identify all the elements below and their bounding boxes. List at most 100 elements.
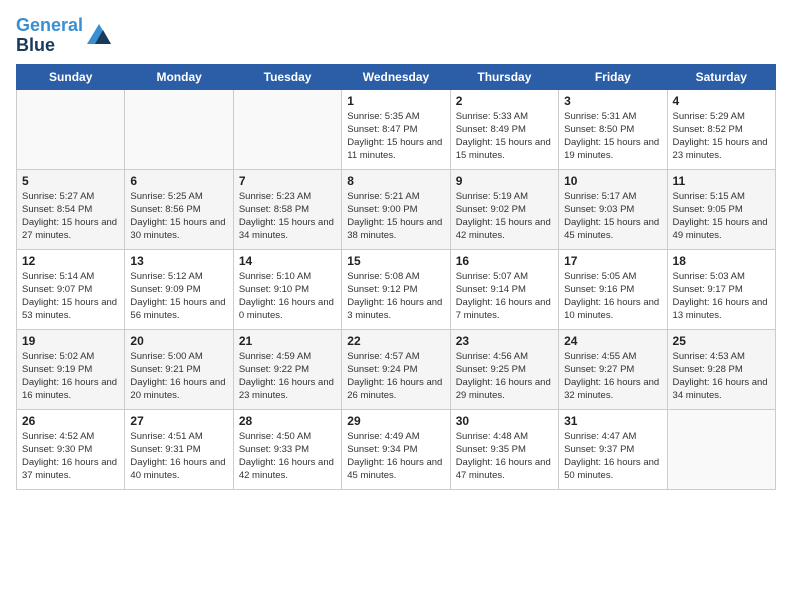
day-info: Sunrise: 4:55 AM Sunset: 9:27 PM Dayligh… [564,350,661,403]
day-number: 28 [239,414,336,428]
day-number: 12 [22,254,119,268]
calendar-cell: 29 Sunrise: 4:49 AM Sunset: 9:34 PM Dayli… [342,409,450,489]
day-info: Sunrise: 4:59 AM Sunset: 9:22 PM Dayligh… [239,350,336,403]
calendar-cell: 4Sunrise: 5:29 AM Sunset: 8:52 PM Daylig… [667,89,775,169]
weekday-header: Wednesday [342,64,450,89]
weekday-header: Sunday [17,64,125,89]
calendar-cell: 11 Sunrise: 5:15 AM Sunset: 9:05 PM Dayli… [667,169,775,249]
calendar-cell: 17Sunrise: 5:05 AM Sunset: 9:16 PM Dayli… [559,249,667,329]
day-number: 11 [673,174,770,188]
calendar-cell: 31 Sunrise: 4:47 AM Sunset: 9:37 PM Dayli… [559,409,667,489]
day-info: Sunrise: 5:14 AM Sunset: 9:07 PM Dayligh… [22,270,119,323]
calendar-cell: 8 Sunrise: 5:21 AM Sunset: 9:00 PM Daylig… [342,169,450,249]
day-info: Sunrise: 5:25 AM Sunset: 8:56 PM Dayligh… [130,190,227,243]
weekday-header: Tuesday [233,64,341,89]
day-number: 13 [130,254,227,268]
page-header: GeneralBlue [16,16,776,56]
day-info: Sunrise: 5:07 AM Sunset: 9:14 PM Dayligh… [456,270,553,323]
day-info: Sunrise: 5:12 AM Sunset: 9:09 PM Dayligh… [130,270,227,323]
day-number: 27 [130,414,227,428]
calendar-cell: 21 Sunrise: 4:59 AM Sunset: 9:22 PM Dayli… [233,329,341,409]
logo-text: GeneralBlue [16,16,83,56]
day-number: 10 [564,174,661,188]
day-info: Sunrise: 5:31 AM Sunset: 8:50 PM Dayligh… [564,110,661,163]
day-number: 29 [347,414,444,428]
calendar-cell [17,89,125,169]
calendar-header: SundayMondayTuesdayWednesdayThursdayFrid… [17,64,776,89]
day-number: 3 [564,94,661,108]
day-number: 15 [347,254,444,268]
calendar-cell: 16 Sunrise: 5:07 AM Sunset: 9:14 PM Dayli… [450,249,558,329]
calendar-cell: 26Sunrise: 4:52 AM Sunset: 9:30 PM Dayli… [17,409,125,489]
calendar-cell: 25 Sunrise: 4:53 AM Sunset: 9:28 PM Dayli… [667,329,775,409]
calendar-cell: 6 Sunrise: 5:25 AM Sunset: 8:56 PM Daylig… [125,169,233,249]
weekday-header: Thursday [450,64,558,89]
day-number: 31 [564,414,661,428]
day-number: 21 [239,334,336,348]
calendar-week-row: 1Sunrise: 5:35 AM Sunset: 8:47 PM Daylig… [17,89,776,169]
day-number: 25 [673,334,770,348]
calendar-cell: 20 Sunrise: 5:00 AM Sunset: 9:21 PM Dayli… [125,329,233,409]
calendar-cell [233,89,341,169]
calendar-cell [125,89,233,169]
day-info: Sunrise: 5:33 AM Sunset: 8:49 PM Dayligh… [456,110,553,163]
calendar-cell: 30Sunrise: 4:48 AM Sunset: 9:35 PM Dayli… [450,409,558,489]
day-info: Sunrise: 4:47 AM Sunset: 9:37 PM Dayligh… [564,430,661,483]
calendar-cell: 23Sunrise: 4:56 AM Sunset: 9:25 PM Dayli… [450,329,558,409]
weekday-header: Saturday [667,64,775,89]
day-number: 2 [456,94,553,108]
day-number: 5 [22,174,119,188]
calendar-table: SundayMondayTuesdayWednesdayThursdayFrid… [16,64,776,490]
day-number: 6 [130,174,227,188]
calendar-cell: 12 Sunrise: 5:14 AM Sunset: 9:07 PM Dayli… [17,249,125,329]
day-info: Sunrise: 5:19 AM Sunset: 9:02 PM Dayligh… [456,190,553,243]
day-info: Sunrise: 5:17 AM Sunset: 9:03 PM Dayligh… [564,190,661,243]
day-info: Sunrise: 5:05 AM Sunset: 9:16 PM Dayligh… [564,270,661,323]
day-info: Sunrise: 4:50 AM Sunset: 9:33 PM Dayligh… [239,430,336,483]
day-number: 9 [456,174,553,188]
day-number: 16 [456,254,553,268]
logo-icon [85,22,113,50]
calendar-week-row: 12 Sunrise: 5:14 AM Sunset: 9:07 PM Dayli… [17,249,776,329]
day-info: Sunrise: 5:10 AM Sunset: 9:10 PM Dayligh… [239,270,336,323]
day-number: 24 [564,334,661,348]
day-info: Sunrise: 4:56 AM Sunset: 9:25 PM Dayligh… [456,350,553,403]
calendar-cell [667,409,775,489]
calendar-cell: 19Sunrise: 5:02 AM Sunset: 9:19 PM Dayli… [17,329,125,409]
day-info: Sunrise: 4:49 AM Sunset: 9:34 PM Dayligh… [347,430,444,483]
day-info: Sunrise: 5:03 AM Sunset: 9:17 PM Dayligh… [673,270,770,323]
day-number: 20 [130,334,227,348]
day-number: 4 [673,94,770,108]
day-number: 30 [456,414,553,428]
day-number: 14 [239,254,336,268]
day-number: 7 [239,174,336,188]
weekday-header: Friday [559,64,667,89]
day-info: Sunrise: 5:27 AM Sunset: 8:54 PM Dayligh… [22,190,119,243]
calendar-cell: 22Sunrise: 4:57 AM Sunset: 9:24 PM Dayli… [342,329,450,409]
calendar-cell: 10 Sunrise: 5:17 AM Sunset: 9:03 PM Dayli… [559,169,667,249]
calendar-cell: 14 Sunrise: 5:10 AM Sunset: 9:10 PM Dayli… [233,249,341,329]
calendar-cell: 18 Sunrise: 5:03 AM Sunset: 9:17 PM Dayli… [667,249,775,329]
day-info: Sunrise: 4:53 AM Sunset: 9:28 PM Dayligh… [673,350,770,403]
calendar-cell: 1Sunrise: 5:35 AM Sunset: 8:47 PM Daylig… [342,89,450,169]
day-info: Sunrise: 5:23 AM Sunset: 8:58 PM Dayligh… [239,190,336,243]
calendar-cell: 15 Sunrise: 5:08 AM Sunset: 9:12 PM Dayli… [342,249,450,329]
calendar-cell: 24 Sunrise: 4:55 AM Sunset: 9:27 PM Dayli… [559,329,667,409]
calendar-week-row: 26Sunrise: 4:52 AM Sunset: 9:30 PM Dayli… [17,409,776,489]
calendar-week-row: 5 Sunrise: 5:27 AM Sunset: 8:54 PM Daylig… [17,169,776,249]
day-number: 18 [673,254,770,268]
weekday-header: Monday [125,64,233,89]
day-number: 8 [347,174,444,188]
logo: GeneralBlue [16,16,113,56]
day-number: 26 [22,414,119,428]
day-info: Sunrise: 4:51 AM Sunset: 9:31 PM Dayligh… [130,430,227,483]
day-info: Sunrise: 5:15 AM Sunset: 9:05 PM Dayligh… [673,190,770,243]
calendar-week-row: 19Sunrise: 5:02 AM Sunset: 9:19 PM Dayli… [17,329,776,409]
day-info: Sunrise: 5:35 AM Sunset: 8:47 PM Dayligh… [347,110,444,163]
day-info: Sunrise: 5:00 AM Sunset: 9:21 PM Dayligh… [130,350,227,403]
day-info: Sunrise: 5:21 AM Sunset: 9:00 PM Dayligh… [347,190,444,243]
calendar-cell: 7 Sunrise: 5:23 AM Sunset: 8:58 PM Daylig… [233,169,341,249]
day-number: 19 [22,334,119,348]
calendar-cell: 27 Sunrise: 4:51 AM Sunset: 9:31 PM Dayli… [125,409,233,489]
day-info: Sunrise: 5:08 AM Sunset: 9:12 PM Dayligh… [347,270,444,323]
